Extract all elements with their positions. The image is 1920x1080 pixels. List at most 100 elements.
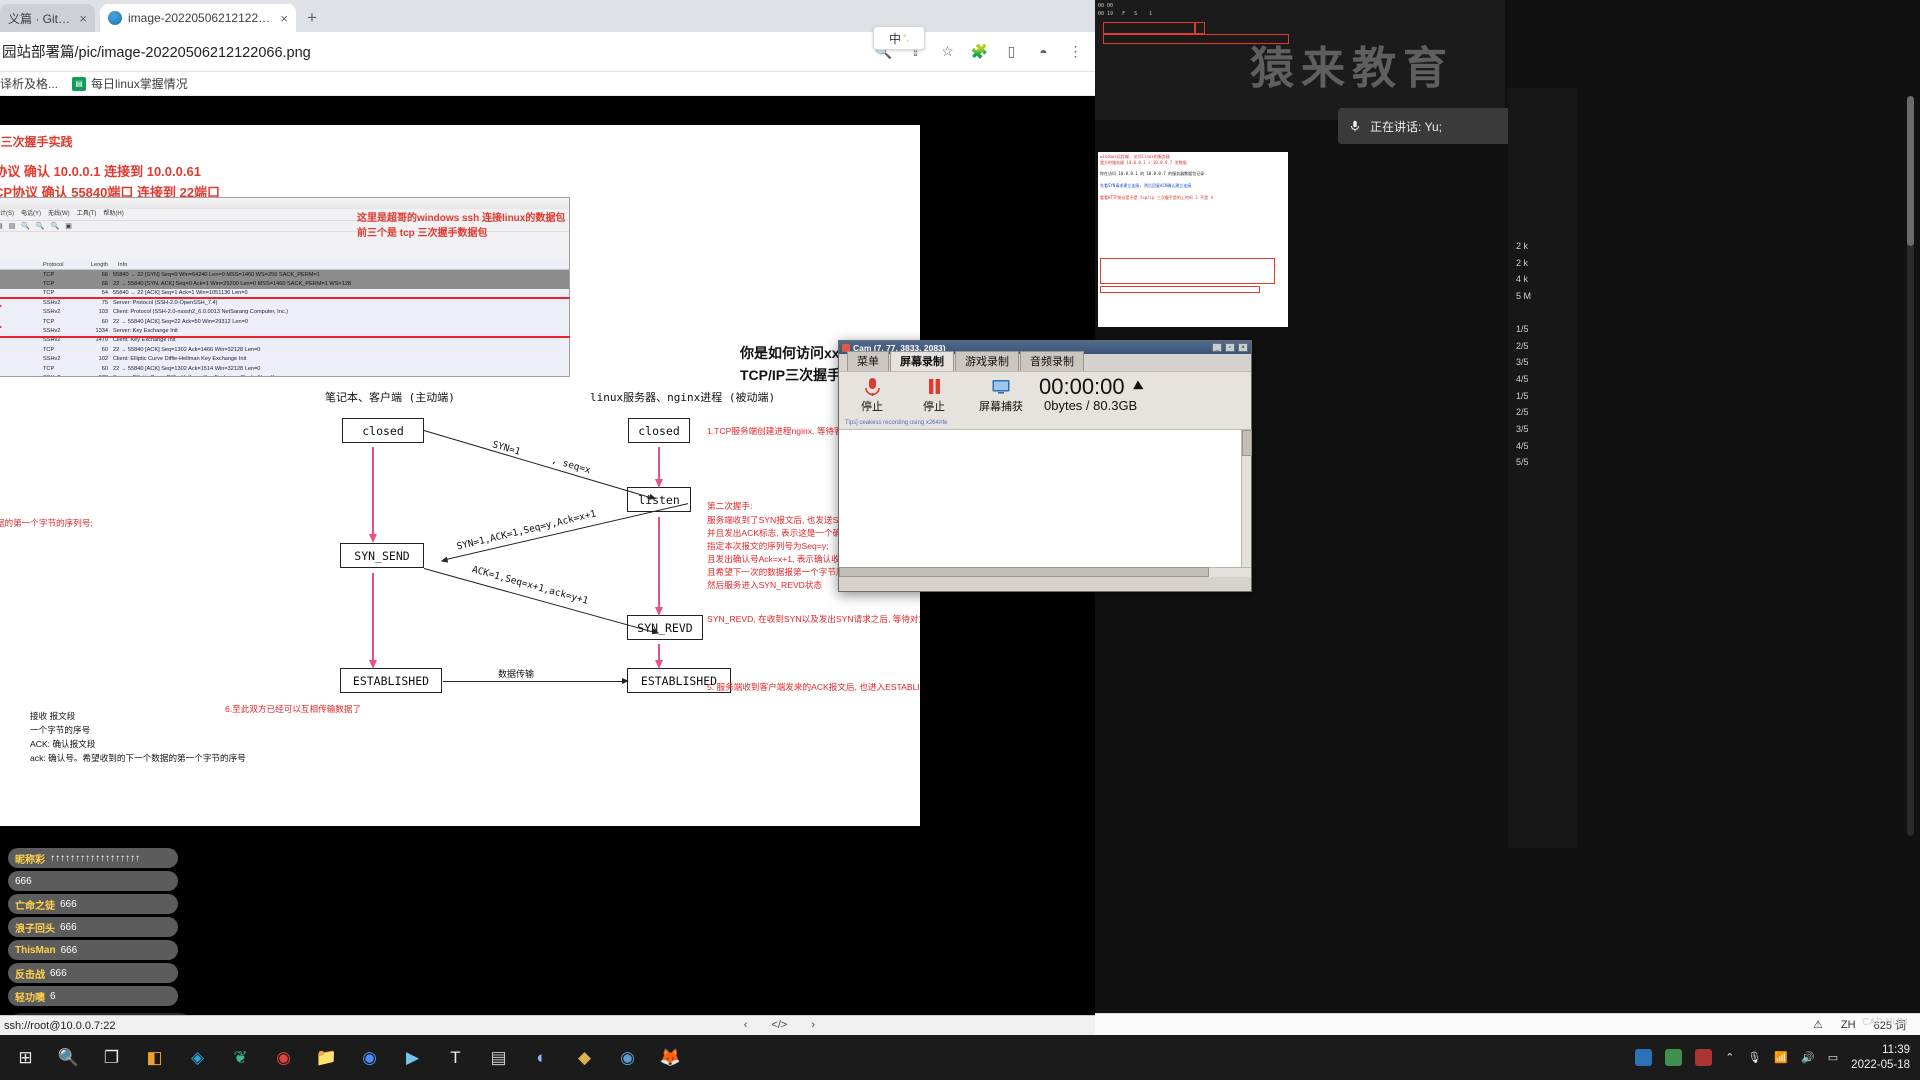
folder-icon[interactable]: 📁	[305, 1035, 348, 1080]
close-icon[interactable]: ×	[79, 12, 87, 25]
cam-tabs[interactable]: 菜单 屏幕录制 游戏录制 音频录制	[839, 351, 1251, 371]
cam-preview-canvas[interactable]	[839, 429, 1252, 577]
state-client-closed: closed	[342, 418, 424, 443]
scrollbar-thumb[interactable]	[1907, 96, 1914, 246]
client-lane-label: 笔记本、客户端 (主动端)	[325, 391, 455, 404]
packet-row[interactable]: 10.0.0.110.0.0.61SSHv2103 Client: Protoc…	[0, 307, 569, 317]
cam-vertical-scrollbar[interactable]	[1241, 430, 1252, 577]
packet-row[interactable]: 10.0.0.6110.0.0.1TCP60 22 → 55840 [ACK] …	[0, 316, 569, 327]
bookmark-item[interactable]: 译析及格...	[0, 75, 58, 92]
chrome-icon[interactable]: ◉	[348, 1035, 391, 1080]
maximize-button[interactable]: ▫	[1225, 343, 1235, 352]
page-number: 2 k	[1516, 257, 1529, 268]
cam-horizontal-scrollbar[interactable]	[839, 567, 1251, 577]
scrollbar-thumb[interactable]	[839, 567, 1209, 577]
speaking-label: 正在讲话: Yu;	[1370, 119, 1443, 134]
language-indicator[interactable]: ZH	[1841, 1019, 1856, 1031]
chevron-up-icon[interactable]: ⌃	[1725, 1051, 1734, 1064]
browser-icon[interactable]: ◐	[520, 1035, 563, 1080]
page-controls[interactable]: ‹ </> ›	[744, 1015, 815, 1035]
column-header-info: Info	[118, 261, 128, 268]
battery-icon[interactable]: ▭	[1828, 1051, 1838, 1064]
packet-row[interactable]: 10.0.0.110.0.0.61TCP66 55840 → 22 [SYN] …	[0, 270, 569, 280]
code-view-button[interactable]: </>	[771, 1019, 787, 1031]
volume-icon[interactable]: 🔊	[1801, 1051, 1815, 1064]
page-number	[1516, 305, 1578, 322]
note-handshake2-l3: 指定本次报文的序列号为Seq=y;	[707, 541, 829, 551]
packet-length: 60	[101, 365, 108, 372]
packet-destination: 10.0.0.61	[0, 309, 43, 315]
mic-icon[interactable]: 🎙	[1747, 1051, 1761, 1064]
close-button[interactable]: ×	[1238, 343, 1248, 352]
menu-item[interactable]: 电话(Y)	[21, 209, 41, 220]
sidepanel-icon[interactable]: ▯	[1002, 42, 1021, 61]
browser-tab-gitbook[interactable]: 义篇 · GitBook ×	[0, 4, 95, 32]
app-tray-icon-3[interactable]	[1695, 1049, 1713, 1066]
url-text[interactable]: 园站部署篇/pic/image-20220506212122066.png	[0, 41, 874, 62]
packet-row[interactable]: 10.0.0.6110.0.0.1SSHv21334 Server: Key E…	[0, 326, 569, 336]
app-icon[interactable]: ❦	[219, 1035, 262, 1080]
pause-button[interactable]: 停止	[911, 376, 957, 414]
menu-item[interactable]: 无线(W)	[48, 209, 70, 220]
widgets-icon[interactable]: ◧	[133, 1035, 176, 1080]
stop-record-button[interactable]: 停止	[849, 376, 895, 414]
menu-item[interactable]: 统计(S)	[0, 209, 14, 220]
packet-row[interactable]: 10.0.0.6110.0.0.1TCP60 22 → 55840 [ACK] …	[0, 363, 569, 374]
tab-screen-record[interactable]: 屏幕录制	[890, 351, 954, 371]
ime-indicator[interactable]: 中 °,	[873, 26, 925, 50]
next-page-button[interactable]: ›	[811, 1019, 815, 1031]
text-icon[interactable]: T	[434, 1035, 477, 1080]
taskview-icon[interactable]: ❐	[90, 1035, 133, 1080]
firefox-icon[interactable]: 🦊	[649, 1035, 692, 1080]
chat-text: 666	[60, 921, 77, 933]
vertical-scrollbar[interactable]	[1907, 96, 1914, 836]
packet-list[interactable]: 10.0.0.110.0.0.61TCP66 55840 → 22 [SYN] …	[0, 270, 569, 376]
menu-icon[interactable]: ⋮	[1066, 42, 1085, 61]
network-icon[interactable]: 📶	[1774, 1051, 1788, 1064]
screen-capture-button[interactable]: 屏幕捕获	[973, 376, 1029, 414]
packet-destination: 10.0.0.1	[0, 328, 43, 334]
close-icon[interactable]: ×	[280, 12, 288, 25]
packet-row[interactable]: 10.0.0.110.0.0.61SSHv2102 Client: Ellipt…	[0, 354, 569, 364]
browser-tab-image[interactable]: image-20220506212122066.p ×	[100, 4, 296, 32]
emphasis-line-bottom	[0, 336, 570, 338]
tab-menu[interactable]: 菜单	[847, 351, 889, 371]
app-tray-icon-2[interactable]	[1665, 1049, 1683, 1066]
extensions-icon[interactable]: 🧩	[970, 42, 989, 61]
vscode-icon[interactable]: ◈	[176, 1035, 219, 1080]
stop-record-icon	[849, 376, 895, 398]
prev-page-button[interactable]: ‹	[744, 1019, 748, 1031]
star-icon[interactable]: ☆	[938, 42, 957, 61]
warning-icon: ⚠	[1813, 1019, 1823, 1031]
chat-text: 6	[50, 990, 56, 1002]
app2-icon[interactable]: ◆	[563, 1035, 606, 1080]
menu-item[interactable]: 帮助(H)	[103, 209, 123, 220]
menu-item[interactable]: 工具(T)	[77, 209, 97, 220]
app-tray-icon[interactable]	[1635, 1049, 1653, 1066]
minimize-button[interactable]: _	[1212, 343, 1222, 352]
tab-audio-record[interactable]: 音频录制	[1020, 351, 1084, 371]
packet-row[interactable]: 10.0.0.6110.0.0.1TCP60 22 → 55840 [ACK] …	[0, 345, 569, 355]
packet-length: 1334	[95, 328, 108, 335]
packet-destination: 10.0.0.1	[0, 375, 43, 376]
packet-row[interactable]: 10.0.0.6110.0.0.1SSHv2678 Server: Ellipt…	[0, 373, 569, 376]
chat-message: 轻功噢 6	[8, 986, 178, 1006]
chat-username: 轻功噢	[15, 992, 45, 1004]
state-client-syn-send: SYN_SEND	[340, 543, 424, 568]
tab-game-record[interactable]: 游戏录制	[955, 351, 1019, 371]
camera-icon[interactable]: ▤	[477, 1035, 520, 1080]
record-icon[interactable]: ◉	[262, 1035, 305, 1080]
start-icon[interactable]: ⊞	[4, 1035, 47, 1080]
media-icon[interactable]: ▶	[391, 1035, 434, 1080]
bookmark-item[interactable]: ▤ 每日linux掌握情况	[72, 75, 188, 92]
packet-row[interactable]: 10.0.0.6110.0.0.1TCP66 22 → 55840 [SYN, …	[0, 279, 569, 289]
packet-row[interactable]: 10.0.0.6110.0.0.1SSHv275 Server: Protoco…	[0, 298, 569, 308]
app3-icon[interactable]: ◉	[606, 1035, 649, 1080]
note-step5: 5. 服务端收到客户端发来的ACK报文后, 也进入ESTABLISHED (已经…	[707, 682, 920, 692]
scrollbar-thumb[interactable]	[1242, 430, 1252, 456]
packet-destination: 10.0.0.61	[0, 337, 43, 343]
search-icon[interactable]: 🔍	[47, 1035, 90, 1080]
clock[interactable]: 11:39 2022-05-18	[1851, 1043, 1910, 1072]
new-tab-button[interactable]: +	[300, 8, 324, 30]
profile-icon[interactable]: ◓	[1034, 42, 1053, 61]
